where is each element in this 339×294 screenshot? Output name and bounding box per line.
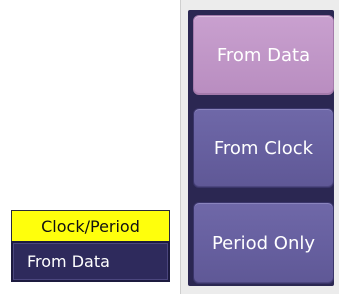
clock-period-selector[interactable]: Clock/Period From Data [11,201,170,288]
from-data-button[interactable]: From Data [193,15,334,95]
clock-period-options-panel: From Data From Clock Period Only [180,0,339,294]
from-clock-button[interactable]: From Clock [193,108,334,188]
clock-period-value-field[interactable]: From Data [11,241,170,282]
clock-period-label: Clock/Period [11,210,170,241]
period-only-button[interactable]: Period Only [193,202,334,284]
